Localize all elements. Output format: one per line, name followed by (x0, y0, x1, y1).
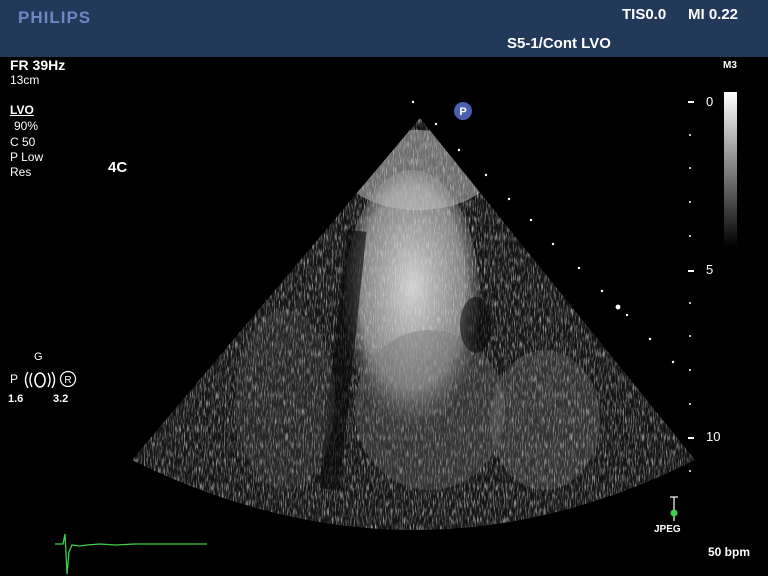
heart-rate: 50 bpm (708, 545, 751, 559)
right-label: R (64, 375, 71, 386)
brand-logo: PHILIPS (18, 8, 92, 27)
transducer-focus-icon (24, 371, 56, 389)
mi-readout: MI 0.22 (688, 6, 739, 23)
left-label: P (10, 372, 19, 386)
depth-tick-5: 5 (706, 262, 714, 277)
compression-value: C 50 (10, 135, 36, 149)
ecg-trace (55, 533, 207, 575)
frequency-low: 1.6 (8, 393, 24, 405)
format-label: JPEG (654, 524, 681, 535)
depth: 13cm (10, 73, 40, 87)
cine-marker-icon (670, 496, 678, 521)
gain-label: G (34, 351, 43, 363)
depth-tick-10: 10 (706, 429, 721, 444)
orientation-marker-label: P (459, 106, 466, 118)
mode-label: LVO (10, 103, 34, 117)
header-bar: PHILIPS TIS0.0 MI 0.22 S5-1/Cont LVO (0, 0, 768, 57)
grayscale-bar (724, 92, 737, 247)
optimization-value: Res (10, 165, 32, 179)
ultrasound-image (132, 100, 695, 530)
tis-readout: TIS0.0 (622, 6, 667, 23)
depth-tick-0: 0 (706, 94, 714, 109)
grayscale-map-label: M3 (723, 60, 737, 71)
right-circle-icon: R (59, 370, 77, 388)
probe-preset: S5-1/Cont LVO (507, 35, 611, 52)
frame-rate: FR 39Hz (10, 57, 66, 73)
frequency-high: 3.2 (53, 393, 69, 405)
persistence-value: P Low (10, 150, 44, 164)
view-label: 4C (108, 159, 128, 176)
orientation-marker: P (454, 102, 472, 120)
power-value: 90% (14, 119, 39, 133)
